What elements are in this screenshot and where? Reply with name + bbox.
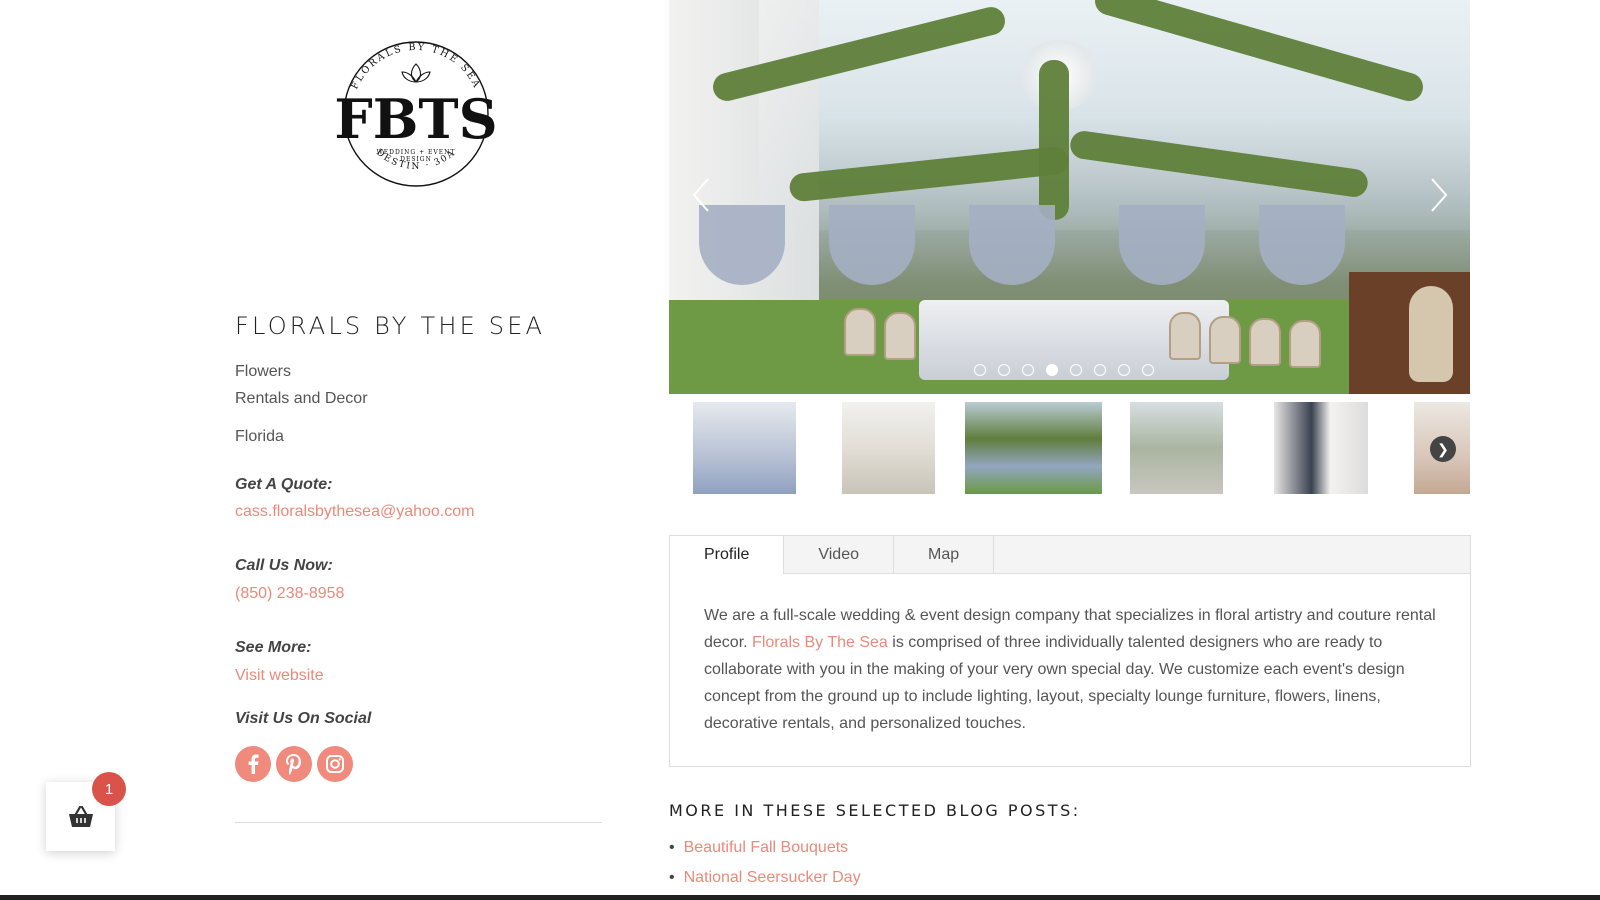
social-links [235, 746, 353, 782]
blog-post-link[interactable]: Beautiful Fall Bouquets [684, 839, 849, 856]
vendor-title: FLORALS BY THE SEA [235, 312, 546, 340]
thumbnail-next-button[interactable]: ❯ [1430, 436, 1456, 462]
lotus-icon [401, 63, 431, 83]
slider-dot[interactable] [974, 364, 986, 376]
slider-dot[interactable] [1070, 364, 1082, 376]
pinterest-icon [286, 754, 301, 775]
gallery-thumbnail[interactable] [842, 402, 935, 494]
instagram-icon [326, 755, 344, 773]
bottom-bar [0, 895, 1600, 900]
slider-dot[interactable] [1022, 364, 1034, 376]
call-label: Call Us Now: [235, 557, 333, 574]
slider-prev-arrow[interactable] [681, 170, 721, 220]
profile-inline-link[interactable]: Florals By The Sea [752, 634, 888, 651]
gallery-thumbnail[interactable] [693, 402, 796, 494]
logo-tagline-2: DESIGN [400, 156, 432, 163]
phone-link[interactable]: (850) 238-8958 [235, 585, 344, 603]
social-label: Visit Us On Social [235, 710, 372, 727]
logo-monogram: FBTS [334, 87, 497, 151]
category-item: Rentals and Decor [235, 390, 368, 407]
svg-text:FLORALS BY THE SEA: FLORALS BY THE SEA [349, 42, 482, 91]
brand-logo[interactable]: FLORALS BY THE SEA DESTIN · 30A FBTS WED… [330, 28, 502, 200]
slider-next-arrow[interactable] [1419, 170, 1459, 220]
category-item: Flowers [235, 363, 292, 380]
slider-dot[interactable] [1142, 364, 1154, 376]
divider [235, 822, 602, 823]
tab-video[interactable]: Video [784, 536, 894, 573]
tab-bar: Profile Video Map [670, 536, 1470, 574]
website-link[interactable]: Visit website [235, 667, 324, 685]
blog-post-link[interactable]: National Seersucker Day [684, 869, 861, 886]
slider-dot[interactable] [1046, 364, 1058, 376]
facebook-button[interactable] [235, 746, 271, 782]
email-link[interactable]: cass.floralsbythesea@yahoo.com [235, 503, 474, 521]
blog-posts-heading: MORE IN THESE SELECTED BLOG POSTS: [669, 801, 1081, 820]
vendor-location: Florida [235, 428, 284, 445]
tab-map[interactable]: Map [894, 536, 995, 573]
pinterest-button[interactable] [276, 746, 312, 782]
see-more-label: See More: [235, 639, 312, 656]
gallery-thumbnail[interactable] [965, 402, 1102, 494]
chevron-right-icon: ❯ [1437, 440, 1449, 457]
slider-pagination [974, 364, 1154, 376]
profile-description: We are a full-scale wedding & event desi… [670, 574, 1470, 737]
blog-post-list: Beautiful Fall Bouquets National Seersuc… [669, 833, 861, 893]
gallery-thumbnail[interactable] [1130, 402, 1223, 494]
chevron-left-icon [692, 178, 709, 212]
quote-label: Get A Quote: [235, 476, 333, 493]
list-item: National Seersucker Day [669, 863, 861, 893]
gallery-thumbnail[interactable] [1274, 402, 1368, 494]
image-slider[interactable] [669, 0, 1470, 394]
slider-dot[interactable] [998, 364, 1010, 376]
tab-profile[interactable]: Profile [670, 536, 785, 574]
category-list: Flowers Rentals and Decor [235, 358, 368, 412]
instagram-button[interactable] [317, 746, 353, 782]
vendor-tabs: Profile Video Map We are a full-scale we… [669, 535, 1471, 767]
logo-ring-top-text: FLORALS BY THE SEA [349, 42, 480, 91]
slider-dot[interactable] [1118, 364, 1130, 376]
cart-count-badge: 1 [92, 772, 126, 806]
chevron-right-icon [1431, 178, 1448, 212]
slider-dot[interactable] [1094, 364, 1106, 376]
list-item: Beautiful Fall Bouquets [669, 833, 861, 863]
facebook-icon [248, 754, 259, 774]
basket-icon [68, 805, 93, 827]
logo-tagline-1: WEDDING + EVENT [377, 149, 456, 156]
